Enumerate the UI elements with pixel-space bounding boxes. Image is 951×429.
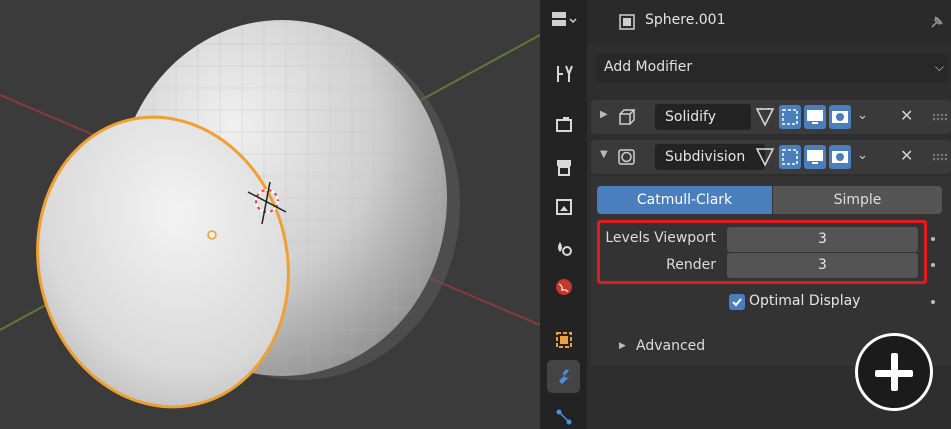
- scene-icon: [557, 241, 572, 256]
- advanced-subpanel-header[interactable]: Advanced: [636, 338, 705, 354]
- chevron-down-icon[interactable]: ⌄: [857, 108, 868, 123]
- render-levels-label: Render: [666, 257, 716, 273]
- checkmark-icon: [732, 298, 742, 307]
- modifier-name-field[interactable]: Solidify: [655, 104, 751, 130]
- tab-particles[interactable]: [547, 400, 580, 429]
- editor-type-button[interactable]: [547, 4, 580, 37]
- tab-world[interactable]: [547, 270, 580, 303]
- collapse-arrow-icon[interactable]: ▼: [600, 149, 608, 160]
- tab-tool[interactable]: [547, 57, 580, 90]
- add-modifier-label: Add Modifier: [604, 59, 693, 75]
- edit-mode-icon: [755, 108, 775, 127]
- camera-icon: [832, 111, 848, 123]
- modifier-solidify[interactable]: ▶ Solidify ⌄ ✕: [591, 100, 951, 134]
- properties-tab-bar: [540, 0, 587, 429]
- levels-viewport-field[interactable]: 3: [727, 227, 918, 252]
- tab-object[interactable]: [547, 323, 580, 356]
- wrench-icon: [558, 369, 571, 384]
- mesh-object-icon: [619, 14, 635, 30]
- properties-editor-icon: [551, 11, 577, 26]
- on-cage-icon: [782, 149, 798, 165]
- remove-modifier-close-icon[interactable]: ✕: [900, 106, 913, 125]
- viewport-scene[interactable]: [0, 0, 540, 429]
- simple-option[interactable]: Simple: [773, 186, 942, 214]
- viewport-display-toggle[interactable]: [804, 105, 826, 129]
- properties-header: Sphere.001: [587, 0, 951, 44]
- on-cage-toggle[interactable]: [779, 145, 801, 169]
- keyframe-dot-icon[interactable]: [931, 237, 935, 241]
- add-modifier-dropdown[interactable]: Add Modifier ⌵: [596, 54, 948, 82]
- object-icon: [555, 331, 572, 348]
- edit-mode-toggle[interactable]: [754, 145, 776, 169]
- drag-handle-icon[interactable]: [932, 153, 948, 161]
- tool-icon: [556, 65, 573, 82]
- render-icon: [555, 116, 572, 132]
- levels-viewport-label: Levels Viewport: [605, 230, 716, 246]
- viewport-display-toggle[interactable]: [804, 145, 826, 169]
- tab-render[interactable]: [547, 107, 580, 140]
- view-layer-icon: [555, 198, 572, 215]
- pin-icon[interactable]: [929, 14, 945, 30]
- tab-modifiers[interactable]: [547, 360, 580, 393]
- camera-icon: [832, 151, 848, 163]
- expand-arrow-icon[interactable]: ▶: [619, 341, 626, 351]
- optimal-display-label: Optimal Display: [749, 293, 861, 309]
- edit-mode-icon: [755, 148, 775, 167]
- render-levels-field[interactable]: 3: [727, 253, 918, 278]
- 3d-viewport[interactable]: [0, 0, 540, 429]
- tab-view-layer[interactable]: [547, 190, 580, 223]
- catmull-clark-option[interactable]: Catmull-Clark: [597, 186, 772, 214]
- chevron-down-icon[interactable]: ⌄: [857, 148, 868, 163]
- expand-arrow-icon[interactable]: ▶: [600, 109, 608, 120]
- keyframe-dot-icon[interactable]: [931, 300, 935, 304]
- remove-modifier-close-icon[interactable]: ✕: [900, 146, 913, 165]
- monitor-icon: [807, 110, 823, 124]
- keyframe-dot-icon[interactable]: [931, 263, 935, 267]
- modifier-subdivision[interactable]: ▼ Subdivision ⌄ ✕: [591, 140, 951, 174]
- edit-mode-toggle[interactable]: [754, 105, 776, 129]
- render-toggle[interactable]: [829, 105, 851, 129]
- tab-output[interactable]: [547, 150, 580, 183]
- modifier-name-field[interactable]: Subdivision: [655, 144, 765, 170]
- world-icon: [555, 278, 572, 295]
- render-toggle[interactable]: [829, 145, 851, 169]
- on-cage-toggle[interactable]: [779, 105, 801, 129]
- chevron-down-icon: ⌵: [934, 60, 944, 74]
- on-cage-icon: [782, 109, 798, 125]
- solidify-modifier-icon: [619, 109, 636, 125]
- zoom-in-plus-icon[interactable]: [855, 333, 933, 411]
- subdivision-modifier-icon: [618, 149, 635, 165]
- blender-window: Sphere.001 Add Modifier ⌵ ▶ Solidify ⌄ ✕…: [0, 0, 951, 429]
- object-name: Sphere.001: [645, 12, 726, 28]
- tab-scene[interactable]: [547, 231, 580, 264]
- drag-handle-icon[interactable]: [932, 113, 948, 121]
- optimal-display-checkbox[interactable]: [729, 294, 745, 310]
- monitor-icon: [807, 150, 823, 164]
- particles-icon: [556, 409, 571, 424]
- output-icon: [556, 159, 571, 176]
